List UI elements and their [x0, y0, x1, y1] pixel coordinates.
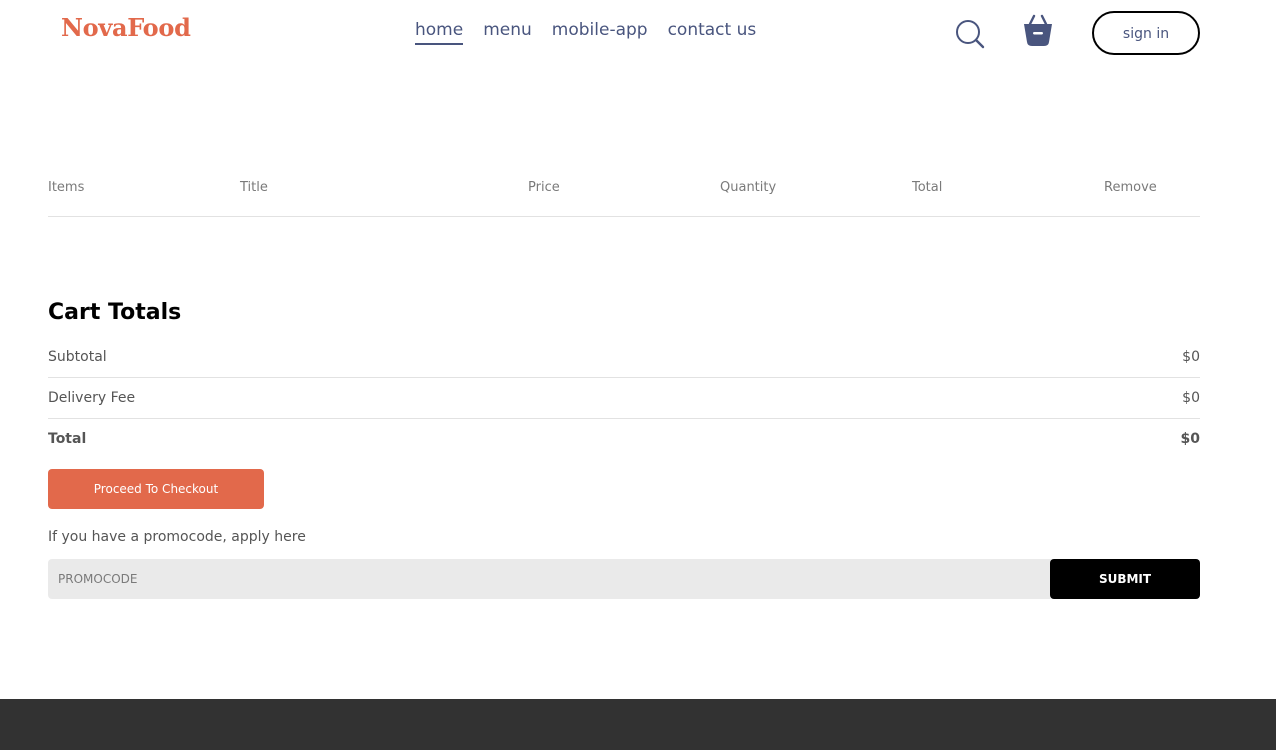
column-header-remove: Remove	[1104, 179, 1157, 195]
column-header-quantity: Quantity	[720, 179, 777, 195]
footer	[0, 699, 1276, 750]
sign-in-button[interactable]: sign in	[1092, 11, 1200, 55]
column-header-total: Total	[912, 179, 943, 195]
cart-totals-heading: Cart Totals	[48, 300, 182, 325]
promo-box: SUBMIT	[48, 559, 1200, 599]
proceed-to-checkout-button[interactable]: Proceed To Checkout	[48, 469, 264, 509]
total-value: $0	[1180, 431, 1200, 447]
promo-submit-button[interactable]: SUBMIT	[1050, 559, 1200, 599]
delivery-fee-value: $0	[1182, 390, 1200, 406]
nav-item-menu[interactable]: menu	[483, 20, 532, 45]
basket-icon[interactable]	[1021, 14, 1055, 48]
cart-table-header: Items Title Price Quantity Total Remove	[48, 177, 1200, 197]
nav-menu: home menu mobile-app contact us	[415, 20, 756, 45]
search-icon[interactable]	[954, 18, 986, 50]
cart-items: Items Title Price Quantity Total Remove	[48, 177, 1200, 217]
subtotal-value: $0	[1182, 349, 1200, 365]
cart-totals: Cart Totals Subtotal $0 Delivery Fee $0 …	[48, 296, 1200, 449]
nav-item-mobile-app[interactable]: mobile-app	[552, 20, 648, 45]
cart-divider	[48, 216, 1200, 217]
total-row: Total $0	[48, 429, 1200, 449]
subtotal-row: Subtotal $0	[48, 347, 1200, 367]
delivery-fee-label: Delivery Fee	[48, 390, 136, 406]
delivery-fee-row: Delivery Fee $0	[48, 388, 1200, 408]
promo-label: If you have a promocode, apply here	[48, 529, 306, 545]
nav-item-contact-us[interactable]: contact us	[668, 20, 757, 45]
totals-divider	[48, 377, 1200, 378]
subtotal-label: Subtotal	[48, 349, 107, 365]
totals-divider	[48, 418, 1200, 419]
total-label: Total	[48, 431, 87, 447]
navbar: NovaFood home menu mobile-app contact us…	[0, 0, 1276, 66]
column-header-title: Title	[240, 179, 268, 195]
column-header-items: Items	[48, 179, 85, 195]
logo[interactable]: NovaFood	[61, 13, 191, 42]
column-header-price: Price	[528, 179, 560, 195]
promocode-input[interactable]	[48, 559, 1050, 599]
nav-item-home[interactable]: home	[415, 20, 464, 45]
